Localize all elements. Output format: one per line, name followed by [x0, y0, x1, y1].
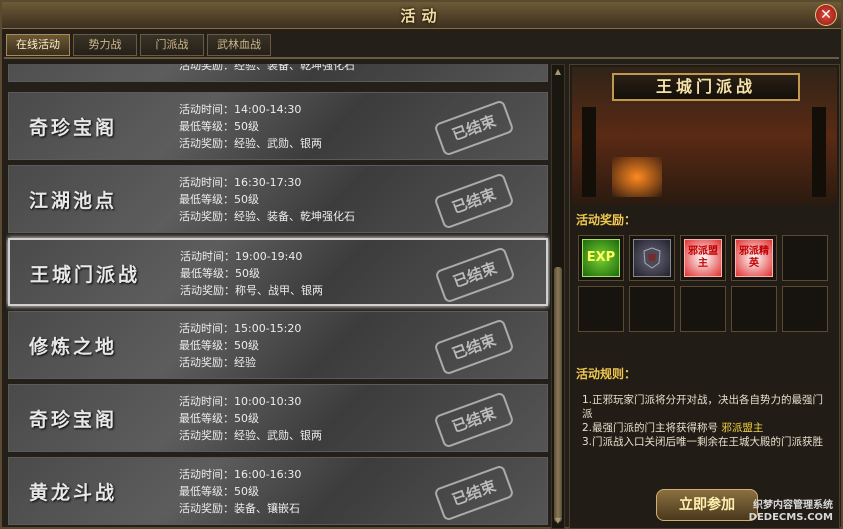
activity-row[interactable]: 修炼之地 活动时间：15:00-15:20 最低等级：50级 活动奖励：经验 已…: [8, 311, 548, 379]
reward-slot-empty: [629, 286, 675, 332]
activity-name: 黄龙斗战: [29, 482, 118, 504]
activity-info: 活动时间：16:00-16:30 最低等级：50级 活动奖励：装备、镶嵌石: [179, 466, 301, 517]
window-title: 活动: [400, 7, 443, 25]
rewards-heading: 活动奖励：: [576, 213, 637, 227]
activity-name: 奇珍宝阁: [29, 409, 118, 431]
scroll-up-icon[interactable]: ▲: [553, 67, 563, 77]
reward-slot-empty: [782, 286, 828, 332]
activity-name: 奇珍宝阁: [29, 117, 118, 139]
rule-text: 2.最强门派的门主将获得称号: [582, 422, 719, 434]
activity-list: 活动奖励：经验、装备、乾坤强化石 奇珍宝阁 活动时间：14:00-14:30 最…: [6, 64, 550, 529]
ended-stamp: 已结束: [433, 318, 515, 376]
banner-pillar: [812, 107, 826, 197]
reward-slots: EXP 邪派盟主 邪派精英: [578, 235, 830, 332]
rule-highlight: 邪派盟主: [721, 422, 764, 434]
activity-level: 最低等级：50级: [179, 412, 259, 425]
tab-sect-war[interactable]: 门派战: [140, 34, 204, 56]
ended-stamp: 已结束: [433, 464, 515, 522]
activity-time: 活动时间：19:00-19:40: [180, 250, 303, 263]
activity-reward: 活动奖励：经验、武勋、银两: [179, 137, 322, 150]
reward-slot[interactable]: 邪派精英: [731, 235, 777, 281]
ended-stamp: 已结束: [433, 172, 515, 230]
activity-info: 活动时间：19:00-19:40 最低等级：50级 活动奖励：称号、战甲、银两: [180, 248, 323, 299]
activity-scrollbar[interactable]: ▲ ▼: [551, 64, 565, 529]
activity-info: 活动时间：10:00-10:30 最低等级：50级 活动奖励：经验、武勋、银两: [179, 393, 322, 444]
rules-heading: 活动规则：: [576, 367, 637, 381]
activity-name: 江湖池点: [29, 190, 118, 212]
activity-info: 活动奖励：经验、装备、乾坤强化石: [179, 64, 355, 74]
activity-time: 活动时间：16:00-16:30: [179, 468, 302, 481]
activity-reward: 活动奖励：称号、战甲、银两: [180, 284, 323, 297]
rule-line: 2.最强门派的门主将获得称号 邪派盟主: [582, 421, 832, 435]
activity-row[interactable]: 江湖池点 活动时间：16:30-17:30 最低等级：50级 活动奖励：经验、装…: [8, 165, 548, 233]
activity-level: 最低等级：50级: [179, 120, 259, 133]
ended-stamp: 已结束: [433, 391, 515, 449]
exp-icon: EXP: [582, 239, 620, 277]
reward-slot[interactable]: [629, 235, 675, 281]
activity-row-selected[interactable]: 王城门派战 活动时间：19:00-19:40 最低等级：50级 活动奖励：称号、…: [8, 238, 548, 306]
tab-bar: 在线活动 势力战 门派战 武林血战: [6, 34, 271, 56]
activity-detail-panel: 王城门派战 活动奖励： EXP 邪派盟主 邪派精英 活动规则： 1.正邪玩家门派…: [569, 64, 840, 529]
tab-divider: [4, 57, 839, 59]
join-now-button[interactable]: 立即参加: [656, 489, 758, 521]
activity-banner-image: 王城门派战: [572, 67, 837, 205]
reward-slot-empty: [578, 286, 624, 332]
rules-text: 1.正邪玩家门派将分开对战，决出各自势力的最强门派 2.最强门派的门主将获得称号…: [582, 393, 832, 449]
rule-line: 3.门派战入口关闭后唯一剩余在王城大殿的门派获胜: [582, 436, 824, 448]
activity-reward: 活动奖励：经验: [179, 356, 256, 369]
tab-online-activity[interactable]: 在线活动: [6, 34, 70, 56]
activity-info: 活动时间：14:00-14:30 最低等级：50级 活动奖励：经验、武勋、银两: [179, 101, 322, 152]
reward-slot-empty: [731, 286, 777, 332]
reward-slot-empty: [680, 286, 726, 332]
activity-row[interactable]: 奇珍宝阁 活动时间：14:00-14:30 最低等级：50级 活动奖励：经验、武…: [8, 92, 548, 160]
activity-reward: 活动奖励：经验、装备、乾坤强化石: [179, 64, 355, 72]
activity-window: 活动 ✕ 在线活动 势力战 门派战 武林血战 活动奖励：经验、装备、乾坤强化石 …: [0, 0, 843, 529]
watermark: 织梦内容管理系统 DEDECMS.COM: [749, 500, 833, 524]
close-button[interactable]: ✕: [815, 4, 837, 26]
activity-time: 活动时间：16:30-17:30: [179, 176, 302, 189]
activity-level: 最低等级：50级: [179, 193, 259, 206]
activity-level: 最低等级：50级: [179, 485, 259, 498]
activity-info: 活动时间：16:30-17:30 最低等级：50级 活动奖励：经验、装备、乾坤强…: [179, 174, 355, 225]
banner-title: 王城门派战: [612, 73, 800, 101]
activity-level: 最低等级：50级: [179, 339, 259, 352]
banner-pillar: [582, 107, 596, 197]
activity-time: 活动时间：15:00-15:20: [179, 322, 302, 335]
tab-martial-blood-war[interactable]: 武林血战: [207, 34, 271, 56]
title-icon: 邪派精英: [735, 239, 773, 277]
ended-stamp: 已结束: [434, 246, 516, 304]
scroll-thumb[interactable]: [554, 267, 562, 522]
activity-name: 修炼之地: [29, 336, 118, 358]
activity-level: 最低等级：50级: [180, 267, 260, 280]
tab-faction-war[interactable]: 势力战: [73, 34, 137, 56]
activity-row[interactable]: 奇珍宝阁 活动时间：10:00-10:30 最低等级：50级 活动奖励：经验、武…: [8, 384, 548, 452]
watermark-line: DEDECMS.COM: [748, 512, 833, 523]
activity-reward: 活动奖励：经验、装备、乾坤强化石: [179, 210, 355, 223]
activity-info: 活动时间：15:00-15:20 最低等级：50级 活动奖励：经验: [179, 320, 301, 371]
activity-reward: 活动奖励：装备、镶嵌石: [179, 502, 300, 515]
activity-reward: 活动奖励：经验、武勋、银两: [179, 429, 322, 442]
activity-row[interactable]: 黄龙斗战 活动时间：16:00-16:30 最低等级：50级 活动奖励：装备、镶…: [8, 457, 548, 525]
watermark-line: 织梦内容管理系统: [753, 500, 833, 511]
title-icon: 邪派盟主: [684, 239, 722, 277]
reward-slot[interactable]: EXP: [578, 235, 624, 281]
title-bar: 活动 ✕: [2, 2, 841, 29]
reward-slot-empty: [782, 235, 828, 281]
activity-time: 活动时间：10:00-10:30: [179, 395, 302, 408]
activity-time: 活动时间：14:00-14:30: [179, 103, 302, 116]
rule-line: 1.正邪玩家门派将分开对战，决出各自势力的最强门派: [582, 394, 824, 420]
reward-slot[interactable]: 邪派盟主: [680, 235, 726, 281]
banner-fire: [612, 157, 662, 197]
ended-stamp: 已结束: [433, 99, 515, 157]
scroll-down-icon[interactable]: ▼: [553, 516, 563, 526]
activity-name: 王城门派战: [30, 264, 141, 286]
armor-icon: [633, 239, 671, 277]
activity-row[interactable]: 活动奖励：经验、装备、乾坤强化石: [8, 64, 548, 82]
